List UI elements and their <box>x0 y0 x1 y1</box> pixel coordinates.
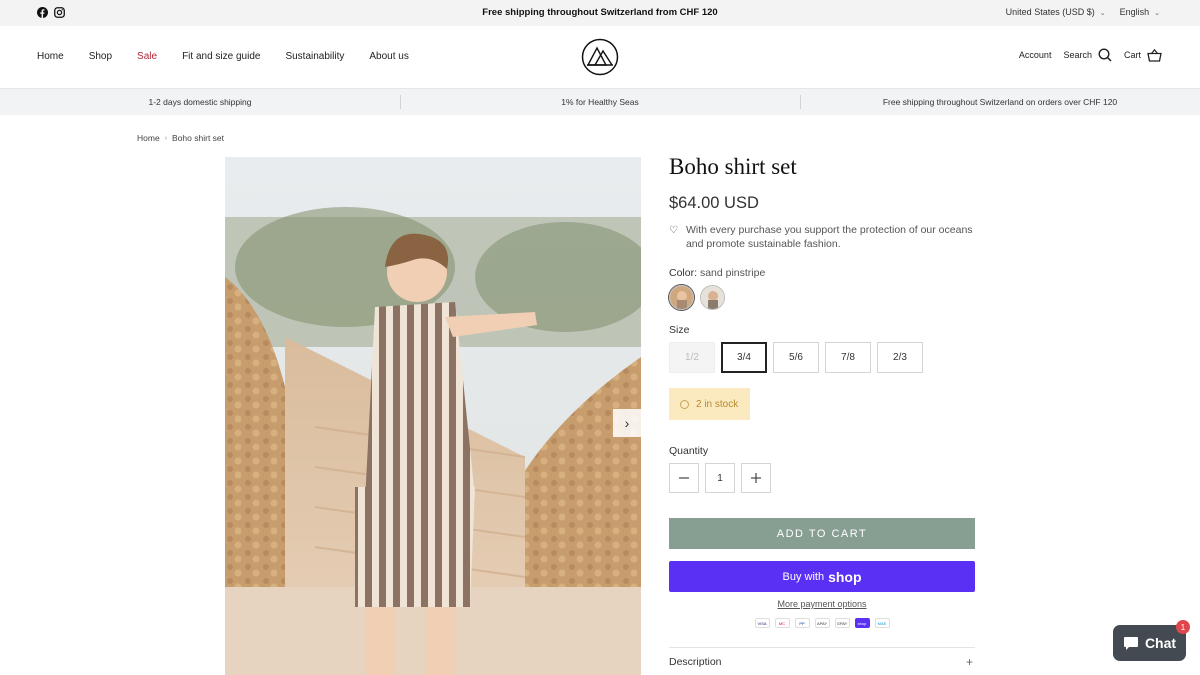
chat-label: Chat <box>1144 635 1177 651</box>
header-actions: Account Search Cart <box>1019 48 1162 62</box>
product-title: Boho shirt set <box>669 154 797 179</box>
color-label: Color: sand pinstripe <box>669 267 975 279</box>
plus-icon: + <box>965 654 973 669</box>
nav-shop[interactable]: Shop <box>89 51 112 62</box>
payment-icons: VISA MC PP APAY GPAY shop MAE <box>669 618 975 628</box>
chat-button[interactable]: Chat <box>1113 625 1186 661</box>
color-label-text: Color: <box>669 267 698 279</box>
nav-sale[interactable]: Sale <box>137 51 157 62</box>
benefit-free-shipping: Free shipping throughout Switzerland on … <box>800 89 1200 115</box>
shop-pay-icon: shop <box>854 618 870 628</box>
language-selector[interactable]: English ⌄ <box>1120 7 1160 17</box>
breadcrumb-current: Boho shirt set <box>172 133 225 143</box>
heart-icon: ♡ <box>669 225 678 236</box>
chevron-right-icon: › <box>164 134 168 142</box>
mastercard-icon: MC <box>774 618 790 628</box>
chevron-down-icon: ⌄ <box>1154 10 1160 17</box>
product-photo-illustration <box>225 157 641 675</box>
support-message: ♡ With every purchase you support the pr… <box>669 223 975 251</box>
chevron-down-icon: ⌄ <box>1099 10 1106 17</box>
nav-sustainability[interactable]: Sustainability <box>285 51 344 62</box>
minus-icon <box>679 477 689 479</box>
chat-bubble-icon <box>1123 636 1138 650</box>
currency-label: United States (USD $) <box>1005 7 1095 17</box>
maestro-icon: MAE <box>874 618 890 628</box>
description-label: Description <box>669 655 722 668</box>
search-icon <box>1098 48 1112 62</box>
size-option-2-3[interactable]: 2/3 <box>877 342 923 373</box>
language-label: English <box>1119 7 1150 17</box>
product-info: Boho shirt set $64.00 USD ♡ With every p… <box>669 150 975 628</box>
stock-badge: 2 in stock <box>669 388 750 420</box>
size-option-5-6[interactable]: 5/6 <box>773 342 819 373</box>
basket-icon <box>1147 48 1162 62</box>
color-swatches <box>669 285 975 310</box>
account-link[interactable]: Account <box>1019 50 1052 60</box>
shop-brand-label: shop <box>828 568 862 585</box>
paypal-icon: PP <box>794 618 810 628</box>
google-pay-icon: GPAY <box>834 618 850 628</box>
size-option-3-4[interactable]: 3/4 <box>721 342 767 373</box>
quantity-input[interactable]: 1 <box>705 463 735 493</box>
description-accordion[interactable]: Description + <box>669 647 975 675</box>
breadcrumb: Home › Boho shirt set <box>137 133 224 143</box>
swatch-alternate[interactable] <box>700 285 725 310</box>
stock-dot-icon <box>680 399 689 409</box>
next-image-button[interactable]: › <box>613 409 641 437</box>
cart-label: Cart <box>1123 50 1141 60</box>
color-value: sand pinstripe <box>699 267 766 279</box>
announcement-bar: Free shipping throughout Switzerland fro… <box>0 0 1200 26</box>
visa-icon: VISA <box>754 618 770 628</box>
benefit-healthy-seas: 1% for Healthy Seas <box>400 89 800 115</box>
size-option-7-8[interactable]: 7/8 <box>825 342 871 373</box>
stock-text: 2 in stock <box>696 398 739 410</box>
nav-fit-guide[interactable]: Fit and size guide <box>182 51 260 62</box>
add-to-cart-button[interactable]: ADD TO CART <box>669 518 975 549</box>
brand-logo-icon[interactable] <box>581 38 619 76</box>
benefit-shipping: 1-2 days domestic shipping <box>148 97 252 107</box>
quantity-label: Quantity <box>669 445 709 457</box>
buy-with-label: Buy with <box>782 570 825 583</box>
site-header: Home Shop Sale Fit and size guide Sustai… <box>0 26 1200 89</box>
product-price: $64.00 USD <box>669 194 759 212</box>
quantity-decrease-button[interactable] <box>669 463 699 493</box>
search-label: Search <box>1063 50 1092 60</box>
currency-selector[interactable]: United States (USD $) ⌄ <box>1006 7 1106 17</box>
product-image[interactable] <box>225 157 641 675</box>
quantity-increase-button[interactable] <box>741 463 771 493</box>
chevron-right-icon: › <box>624 415 630 431</box>
nav-home[interactable]: Home <box>37 51 64 62</box>
support-text: With every purchase you support the prot… <box>685 224 973 250</box>
size-option-1-2[interactable]: 1/2 <box>669 342 715 373</box>
apple-pay-icon: APAY <box>814 618 830 628</box>
locale-selectors: United States (USD $) ⌄ English ⌄ <box>1006 7 1160 17</box>
breadcrumb-home[interactable]: Home <box>137 133 160 143</box>
cart-button[interactable]: Cart <box>1123 48 1162 62</box>
quantity-stepper: 1 <box>669 463 975 493</box>
size-options: 1/2 3/4 5/6 7/8 2/3 <box>669 342 975 373</box>
nav-about[interactable]: About us <box>369 51 408 62</box>
plus-icon <box>751 473 761 483</box>
more-payment-options-link[interactable]: More payment options <box>669 599 975 609</box>
benefit-bar: 1-2 days domestic shipping 1% for Health… <box>0 89 1200 115</box>
search-button[interactable]: Search <box>1063 48 1112 62</box>
chat-notification-badge: 1 <box>1176 620 1190 634</box>
main-nav: Home Shop Sale Fit and size guide Sustai… <box>37 51 409 62</box>
swatch-sand-pinstripe[interactable] <box>669 285 694 310</box>
buy-with-shop-button[interactable]: Buy with shop <box>669 561 975 592</box>
size-label: Size <box>669 324 690 336</box>
